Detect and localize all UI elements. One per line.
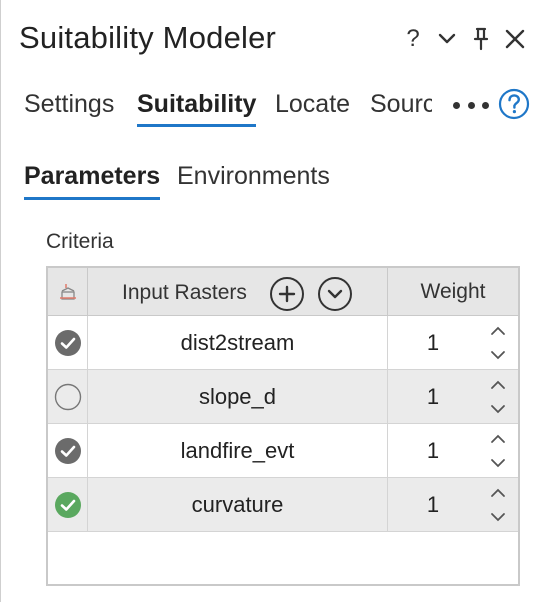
weight-value[interactable]: 1 bbox=[388, 478, 478, 531]
chevron-down-icon bbox=[327, 289, 343, 299]
title-bar-controls: ? bbox=[396, 22, 532, 56]
raster-name: landfire_evt bbox=[88, 424, 388, 477]
criteria-table: Input Rasters Weight dist2stream 1 slope… bbox=[46, 266, 520, 586]
decrement-down-icon[interactable] bbox=[486, 398, 510, 420]
weight-header: Weight bbox=[420, 280, 486, 303]
tab-environments[interactable]: Environments bbox=[177, 162, 330, 191]
more-dot bbox=[482, 101, 489, 109]
table-row[interactable]: curvature 1 bbox=[48, 478, 518, 532]
weight-value[interactable]: 1 bbox=[388, 316, 478, 369]
help-icon[interactable]: ? bbox=[396, 22, 430, 56]
table-row[interactable]: slope_d 1 bbox=[48, 370, 518, 424]
select-column-header[interactable] bbox=[48, 268, 88, 316]
weight-spinner bbox=[486, 480, 510, 530]
increment-up-icon[interactable] bbox=[486, 482, 510, 504]
table-row[interactable]: landfire_evt 1 bbox=[48, 424, 518, 478]
tab-suitability[interactable]: Suitability bbox=[137, 90, 257, 127]
criteria-label: Criteria bbox=[46, 230, 114, 253]
add-raster-button[interactable] bbox=[270, 277, 304, 311]
table-select-icon bbox=[59, 284, 76, 300]
plus-icon bbox=[278, 285, 296, 303]
input-rasters-label: Input Rasters bbox=[122, 281, 247, 304]
weight-spinner bbox=[486, 426, 510, 476]
chevron-down-icon[interactable] bbox=[430, 22, 464, 56]
table-row[interactable]: dist2stream 1 bbox=[48, 316, 518, 370]
row-status-cell[interactable] bbox=[48, 370, 88, 423]
suitability-modeler-pane: Suitability Modeler ? Settings Suitabili… bbox=[0, 0, 545, 602]
help-circle-icon[interactable] bbox=[498, 88, 530, 120]
checked-circle-icon bbox=[54, 329, 81, 356]
input-rasters-header: Input Rasters bbox=[88, 268, 388, 316]
table-header: Input Rasters Weight bbox=[48, 268, 518, 316]
weight-value[interactable]: 1 bbox=[388, 424, 478, 477]
more-dot bbox=[467, 101, 475, 109]
valid-check-icon bbox=[54, 491, 81, 518]
increment-up-icon[interactable] bbox=[486, 320, 510, 342]
raster-name: dist2stream bbox=[88, 316, 388, 369]
decrement-down-icon[interactable] bbox=[486, 506, 510, 528]
pin-icon[interactable] bbox=[464, 22, 498, 56]
weight-value[interactable]: 1 bbox=[388, 370, 478, 423]
tab-source[interactable]: Source bbox=[370, 90, 432, 119]
tab-source-clip: Source bbox=[370, 90, 432, 126]
row-status-cell[interactable] bbox=[48, 424, 88, 477]
weight-spinner bbox=[486, 372, 510, 422]
tab-settings[interactable]: Settings bbox=[24, 90, 114, 119]
decrement-down-icon[interactable] bbox=[486, 344, 510, 366]
checked-circle-icon bbox=[54, 437, 81, 464]
close-icon[interactable] bbox=[498, 22, 532, 56]
tab-parameters[interactable]: Parameters bbox=[24, 162, 161, 200]
pane-title-bar: Suitability Modeler ? bbox=[1, 0, 545, 82]
more-tabs-button[interactable] bbox=[453, 90, 489, 120]
increment-up-icon[interactable] bbox=[486, 428, 510, 450]
empty-circle-icon bbox=[54, 383, 81, 410]
pane-title: Suitability Modeler bbox=[19, 20, 277, 55]
raster-name: curvature bbox=[88, 478, 388, 531]
increment-up-icon[interactable] bbox=[486, 374, 510, 396]
row-status-cell[interactable] bbox=[48, 316, 88, 369]
decrement-down-icon[interactable] bbox=[486, 452, 510, 474]
raster-name: slope_d bbox=[88, 370, 388, 423]
raster-options-button[interactable] bbox=[318, 277, 352, 311]
row-status-cell[interactable] bbox=[48, 478, 88, 531]
more-dot bbox=[453, 101, 460, 109]
tab-locate[interactable]: Locate bbox=[275, 90, 350, 119]
weight-spinner bbox=[486, 318, 510, 368]
